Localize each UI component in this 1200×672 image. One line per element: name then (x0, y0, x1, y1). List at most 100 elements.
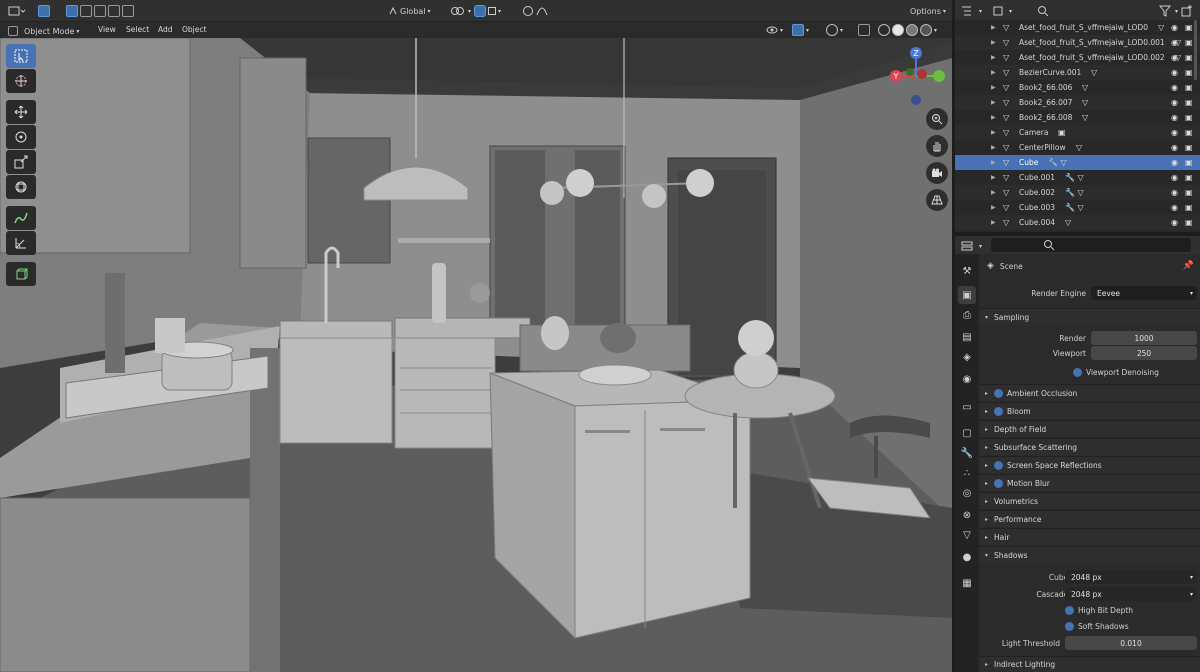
soft-shadows-checkbox[interactable]: Soft Shadows (1065, 621, 1129, 631)
ortho-grid-icon[interactable] (926, 189, 948, 211)
expand-arrow-icon[interactable]: ▶ (991, 84, 996, 91)
tool-annotate[interactable] (6, 206, 36, 230)
xray-toggle[interactable] (858, 23, 870, 37)
render-camera-icon[interactable]: ▣ (1185, 113, 1193, 122)
render-engine-dropdown[interactable]: Eevee ▾ (1091, 286, 1197, 300)
outliner-row[interactable]: ▶ ▽ Book2_66.006 ◉ ▣ ▽ (955, 80, 1200, 95)
outliner-row[interactable]: ▶ ▽ Aset_food_fruit_S_vffmejaiw_LOD0 ◉ ▣ ▽ (955, 20, 1200, 35)
world-tab-icon[interactable]: ◉ (958, 370, 976, 388)
solid-shading-icon[interactable] (892, 24, 904, 36)
render-camera-icon[interactable]: ▣ (1185, 68, 1193, 77)
gizmo-toggle[interactable]: ▾ (792, 23, 809, 37)
rendered-shading-icon[interactable] (920, 24, 932, 36)
panel-header-depth-of-field[interactable]: ▸ Depth of Field (979, 420, 1200, 437)
viewport-denoising-checkbox[interactable]: Viewport Denoising (1073, 367, 1159, 377)
select-intersect-icon[interactable] (122, 5, 134, 17)
outliner-row[interactable]: ▶ ▽ Aset_food_fruit_S_vffmejaiw_LOD0.002 ◉ ▣… (955, 50, 1200, 65)
gizmo-neg-x[interactable] (917, 69, 927, 79)
snap-target-icon[interactable] (488, 7, 496, 15)
expand-arrow-icon[interactable]: ▶ (991, 189, 996, 196)
render-camera-icon[interactable]: ▣ (1185, 203, 1193, 212)
expand-arrow-icon[interactable]: ▶ (991, 114, 996, 121)
scene-tab-icon[interactable]: ◈ (958, 348, 976, 366)
expand-arrow-icon[interactable]: ▶ (991, 24, 996, 31)
select-subtract-icon[interactable] (94, 5, 106, 17)
view-layer-tab-icon[interactable]: ▤ (958, 328, 976, 346)
3d-viewport[interactable]: Global ▾ ▾ ▾ Options ▾ Object Mode ▾ Vie… (0, 0, 952, 672)
panel-header-bloom[interactable]: ▸ Bloom (979, 402, 1200, 419)
eye-icon[interactable]: ◉ (1171, 68, 1178, 77)
select-new-icon[interactable] (66, 5, 78, 17)
expand-arrow-icon[interactable]: ▶ (991, 204, 996, 211)
wireframe-shading-icon[interactable] (878, 24, 890, 36)
cube-size-dropdown[interactable]: 2048 px ▾ (1065, 570, 1197, 584)
texture-tab-icon[interactable]: ▦ (958, 574, 976, 592)
panel-header-subsurface-scattering[interactable]: ▸ Subsurface Scattering (979, 438, 1200, 455)
menu-add[interactable]: Add (158, 25, 173, 34)
outliner-filter-icon[interactable]: ▾ (1159, 4, 1178, 18)
render-camera-icon[interactable]: ▣ (1185, 83, 1193, 92)
render-camera-icon[interactable]: ▣ (1185, 53, 1193, 62)
expand-arrow-icon[interactable]: ▶ (991, 219, 996, 226)
light-threshold-field[interactable]: 0.010 (1065, 636, 1197, 650)
select-tool-icon[interactable] (38, 4, 50, 18)
expand-arrow-icon[interactable]: ▶ (991, 99, 996, 106)
eye-icon[interactable]: ◉ (1171, 83, 1178, 92)
expand-arrow-icon[interactable]: ▶ (991, 39, 996, 46)
camera-view-icon[interactable] (926, 162, 948, 184)
render-camera-icon[interactable]: ▣ (1185, 128, 1193, 137)
collection-tab-icon[interactable]: ▭ (958, 398, 976, 416)
select-invert-icon[interactable] (108, 5, 120, 17)
panel-header-hair[interactable]: ▸ Hair (979, 528, 1200, 545)
outliner-row[interactable]: ▶ ▽ BezierCurve.001 ◉ ▣ ▽ (955, 65, 1200, 80)
eye-icon[interactable]: ◉ (1171, 203, 1178, 212)
modifier-tab-icon[interactable]: 🔧 (958, 444, 976, 462)
render-camera-icon[interactable]: ▣ (1185, 98, 1193, 107)
properties-editor-type[interactable]: ▾ (961, 239, 982, 253)
tool-select-box[interactable] (6, 44, 36, 68)
outliner-row[interactable]: ▶ ▽ Cube.001 ◉ ▣ 🔧 ▽ (955, 170, 1200, 185)
menu-object[interactable]: Object (182, 25, 206, 34)
editor-type-button[interactable] (8, 4, 26, 18)
panel-header-screen-space-reflections[interactable]: ▸ Screen Space Reflections (979, 456, 1200, 473)
panel-header-volumetrics[interactable]: ▸ Volumetrics (979, 492, 1200, 509)
outliner-search-icon[interactable] (1037, 4, 1049, 18)
tool-add-cube[interactable] (6, 262, 36, 286)
render-camera-icon[interactable]: ▣ (1185, 23, 1193, 32)
eye-icon[interactable]: ◉ (1171, 158, 1178, 167)
eye-icon[interactable]: ◉ (1171, 113, 1178, 122)
snap-toggle[interactable]: ▾ (474, 4, 501, 18)
physics-tab-icon[interactable]: ◎ (958, 484, 976, 502)
expand-arrow-icon[interactable]: ▶ (991, 174, 996, 181)
outliner-scrollbar[interactable] (1194, 20, 1197, 80)
eye-icon[interactable]: ◉ (1171, 128, 1178, 137)
outliner-row[interactable]: ▶ ▽ CenterPillow ◉ ▣ ▽ (955, 140, 1200, 155)
render-camera-icon[interactable]: ▣ (1185, 158, 1193, 167)
overlay-toggle[interactable]: ▾ (826, 23, 843, 37)
outliner-row[interactable]: ▶ ▽ Cube.004 ◉ ▣ ▽ (955, 215, 1200, 230)
eye-icon[interactable]: ◉ (1171, 98, 1178, 107)
menu-select[interactable]: Select (126, 25, 149, 34)
shading-modes[interactable]: ▾ (878, 23, 937, 37)
expand-arrow-icon[interactable]: ▶ (991, 144, 996, 151)
scene-render-image[interactable] (0, 38, 952, 672)
eye-icon[interactable]: ◉ (1171, 188, 1178, 197)
expand-arrow-icon[interactable]: ▶ (991, 159, 996, 166)
outliner-editor[interactable]: ▾ ▾ ▾ ▶ ▽ Aset_food_fruit_S_vffmejaiw_LOD0… (955, 0, 1200, 232)
render-camera-icon[interactable]: ▣ (1185, 38, 1193, 47)
panel-enable-checkbox[interactable] (994, 460, 1004, 470)
data-tab-icon[interactable]: ▽ (958, 526, 976, 544)
outliner-row[interactable]: ▶ ▽ Cube.003 ◉ ▣ 🔧 ▽ (955, 200, 1200, 215)
panel-enable-checkbox[interactable] (994, 388, 1004, 398)
zoom-icon[interactable] (926, 108, 948, 130)
gizmo-neg-y[interactable] (906, 68, 914, 76)
constraints-tab-icon[interactable]: ⊗ (958, 506, 976, 524)
particles-tab-icon[interactable]: ∴ (958, 464, 976, 482)
panel-enable-checkbox[interactable] (994, 478, 1004, 488)
tool-measure[interactable] (6, 231, 36, 255)
eye-icon[interactable]: ◉ (1171, 143, 1178, 152)
outliner-editor-type[interactable]: ▾ (961, 4, 982, 18)
tool-move[interactable] (6, 100, 36, 124)
expand-arrow-icon[interactable]: ▶ (991, 54, 996, 61)
navigation-gizmo[interactable]: Z Y (884, 44, 948, 108)
